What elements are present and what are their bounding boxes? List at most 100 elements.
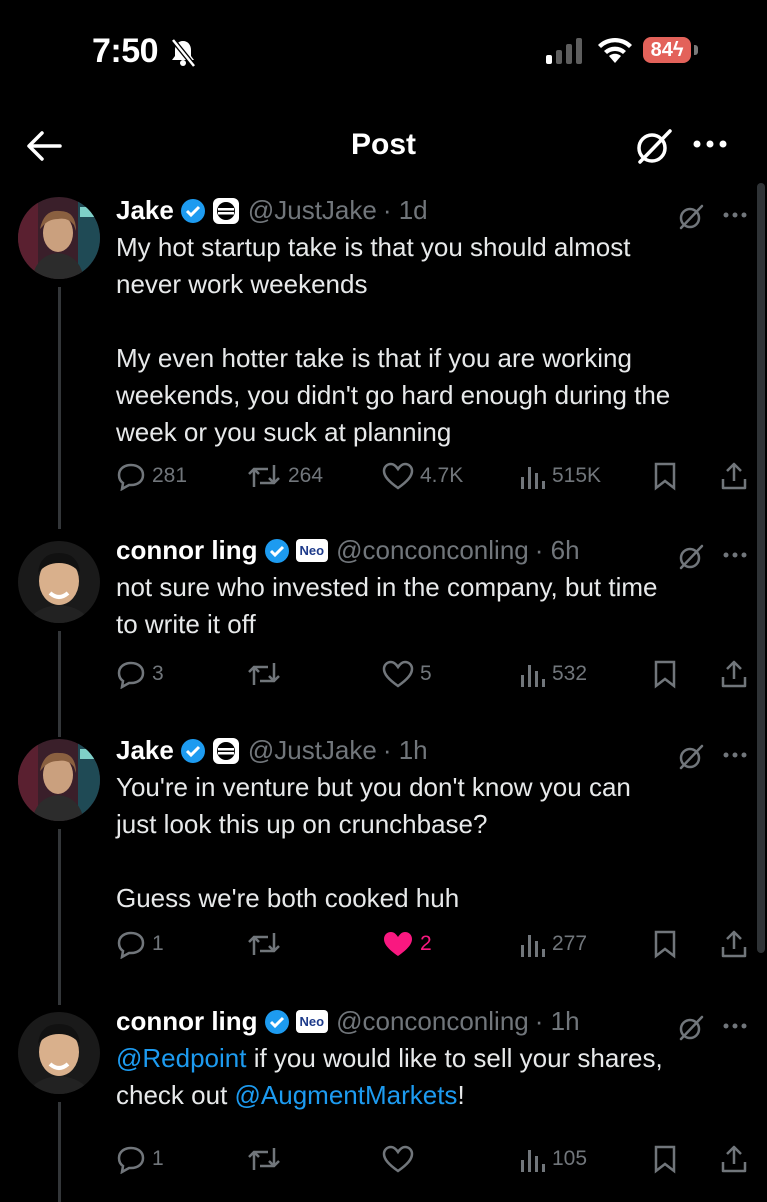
bookmark-button[interactable] bbox=[652, 929, 678, 959]
author-name[interactable]: connor ling bbox=[116, 1006, 258, 1037]
grok-icon[interactable] bbox=[676, 543, 706, 571]
post-age: · 1d bbox=[382, 195, 428, 225]
reply-button[interactable]: 3 bbox=[116, 659, 164, 689]
views-icon bbox=[521, 935, 545, 957]
reply-count: 1 bbox=[152, 1147, 164, 1170]
share-icon bbox=[721, 462, 747, 490]
grok-icon[interactable] bbox=[676, 203, 706, 231]
like-count: 5 bbox=[420, 662, 432, 685]
scrollbar[interactable] bbox=[757, 183, 765, 953]
heart-icon bbox=[382, 462, 414, 490]
author-handle[interactable]: @conconconling bbox=[336, 535, 529, 566]
view-count: 277 bbox=[552, 932, 588, 955]
thread-content: Jake @JustJake · 1d My hot startup take … bbox=[0, 183, 757, 1202]
views-icon bbox=[521, 665, 545, 687]
reply-icon bbox=[117, 661, 145, 689]
repost-button[interactable]: 264 bbox=[246, 461, 323, 491]
views-button[interactable]: 105 bbox=[518, 1144, 587, 1174]
mention-link[interactable]: @Redpoint bbox=[116, 1043, 246, 1073]
thread-line bbox=[58, 287, 61, 529]
bookmark-button[interactable] bbox=[652, 461, 678, 491]
avatar[interactable] bbox=[18, 541, 100, 623]
views-icon bbox=[521, 467, 545, 489]
share-button[interactable] bbox=[720, 461, 748, 491]
bookmark-icon bbox=[654, 930, 676, 959]
bookmark-button[interactable] bbox=[652, 659, 678, 689]
post-text: My hot startup take is that you should a… bbox=[116, 232, 671, 447]
like-button[interactable]: 2 bbox=[382, 929, 432, 959]
affiliate-logo-icon bbox=[212, 197, 239, 224]
post-header: connor ling Neo @conconconling · 6h bbox=[116, 535, 580, 566]
heart-filled-icon bbox=[384, 932, 412, 956]
thread-line bbox=[58, 829, 61, 1005]
bookmark-button[interactable] bbox=[652, 1144, 678, 1174]
post-actions: 281 264 4.7K 515K bbox=[116, 461, 756, 497]
reply-icon bbox=[117, 931, 145, 959]
repost-button[interactable] bbox=[246, 929, 288, 959]
post-text: @Redpoint if you would like to sell your… bbox=[116, 1040, 736, 1114]
grok-icon[interactable] bbox=[676, 1014, 706, 1042]
like-button[interactable] bbox=[382, 1144, 420, 1174]
share-icon bbox=[721, 930, 747, 958]
avatar[interactable] bbox=[18, 1012, 100, 1094]
repost-icon bbox=[248, 933, 280, 955]
grok-icon[interactable] bbox=[676, 743, 706, 771]
like-button[interactable]: 4.7K bbox=[382, 461, 463, 491]
post[interactable]: Jake @JustJake · 1d My hot startup take … bbox=[0, 195, 757, 529]
share-icon bbox=[721, 1145, 747, 1173]
avatar-connor-image bbox=[18, 1012, 100, 1094]
avatar-jake-image bbox=[18, 739, 100, 821]
views-button[interactable]: 277 bbox=[518, 929, 587, 959]
post-more-icon[interactable] bbox=[722, 1018, 748, 1034]
mention-link[interactable]: @AugmentMarkets bbox=[235, 1080, 458, 1110]
repost-icon bbox=[248, 663, 280, 685]
post-header: Jake @JustJake · 1d bbox=[116, 195, 428, 226]
reply-icon bbox=[117, 1146, 145, 1174]
post[interactable]: connor ling Neo @conconconling · 6h not … bbox=[0, 535, 757, 737]
verified-badge-icon bbox=[264, 538, 289, 563]
share-button[interactable] bbox=[720, 659, 748, 689]
author-handle[interactable]: @JustJake bbox=[248, 195, 377, 226]
reply-button[interactable]: 1 bbox=[116, 929, 164, 959]
post-header: Jake @JustJake · 1h bbox=[116, 735, 428, 766]
share-button[interactable] bbox=[720, 929, 748, 959]
post-text: You're in venture but you don't know you… bbox=[116, 772, 631, 913]
views-button[interactable]: 515K bbox=[518, 461, 601, 491]
post-more-icon[interactable] bbox=[722, 547, 748, 563]
heart-icon bbox=[382, 1145, 414, 1173]
post[interactable]: connor ling Neo @conconconling · 1h @Red… bbox=[0, 1006, 757, 1202]
battery-indicator: 84 ϟ bbox=[643, 37, 691, 63]
post-more-icon[interactable] bbox=[722, 747, 748, 763]
avatar[interactable] bbox=[18, 739, 100, 821]
post-text: not sure who invested in the company, bu… bbox=[116, 572, 658, 639]
thread-line bbox=[58, 1102, 61, 1202]
post-age: · 6h bbox=[534, 535, 580, 565]
avatar[interactable] bbox=[18, 197, 100, 279]
views-button[interactable]: 532 bbox=[518, 659, 587, 689]
author-handle[interactable]: @conconconling bbox=[336, 1006, 529, 1037]
battery-level: 84 bbox=[650, 38, 673, 61]
grok-icon[interactable] bbox=[632, 126, 676, 166]
verified-badge-icon bbox=[180, 198, 205, 223]
post-age: · 1h bbox=[534, 1006, 580, 1036]
author-name[interactable]: Jake bbox=[116, 195, 174, 226]
post-more-icon[interactable] bbox=[722, 207, 748, 223]
verified-badge-icon bbox=[264, 1009, 289, 1034]
thread-line bbox=[58, 631, 61, 737]
more-options-icon[interactable] bbox=[692, 132, 728, 156]
view-count: 105 bbox=[552, 1147, 588, 1170]
author-name[interactable]: Jake bbox=[116, 735, 174, 766]
affiliate-badge: Neo bbox=[295, 1010, 329, 1033]
avatar-connor-image bbox=[18, 541, 100, 623]
status-bar: 7:50 84 ϟ bbox=[0, 0, 767, 100]
like-button[interactable]: 5 bbox=[382, 659, 432, 689]
reply-button[interactable]: 281 bbox=[116, 461, 187, 491]
post-header: connor ling Neo @conconconling · 1h bbox=[116, 1006, 580, 1037]
author-handle[interactable]: @JustJake bbox=[248, 735, 377, 766]
heart-icon bbox=[382, 660, 414, 688]
reply-button[interactable]: 1 bbox=[116, 1144, 164, 1174]
repost-button[interactable] bbox=[246, 659, 288, 689]
author-name[interactable]: connor ling bbox=[116, 535, 258, 566]
share-button[interactable] bbox=[720, 1144, 748, 1174]
repost-button[interactable] bbox=[246, 1144, 288, 1174]
